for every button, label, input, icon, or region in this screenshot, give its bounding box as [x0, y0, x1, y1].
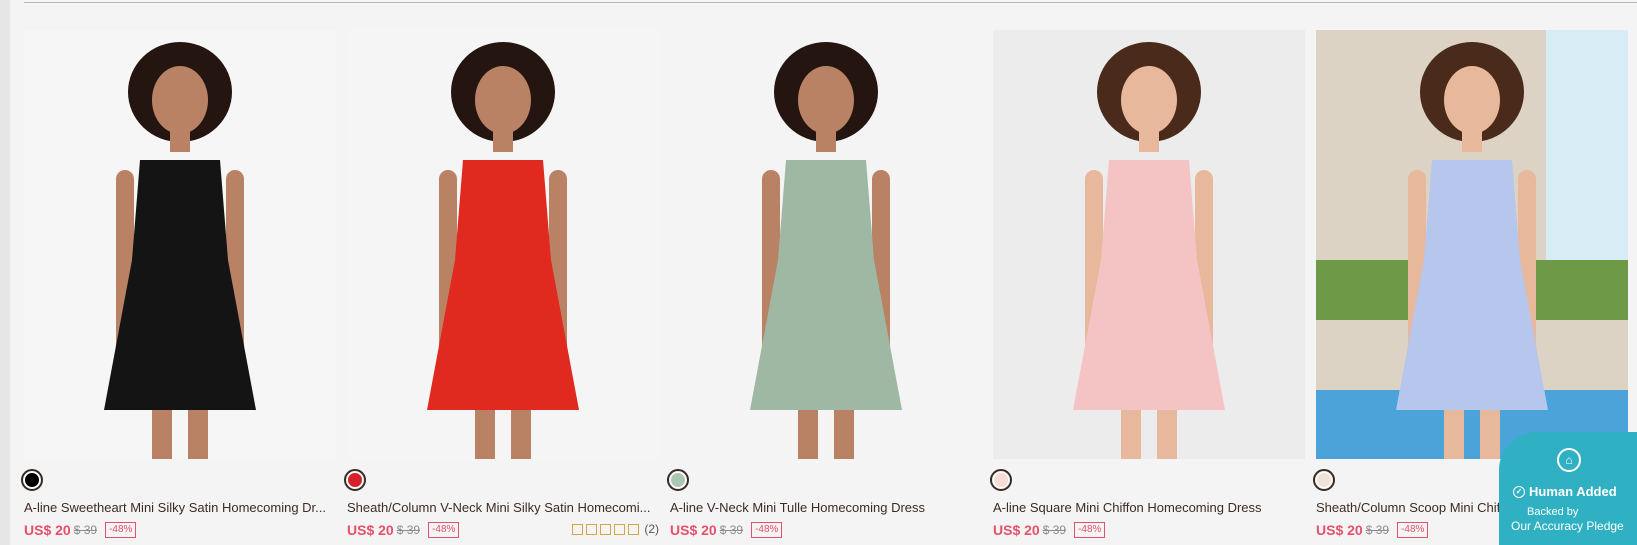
- star-icon: [572, 523, 584, 535]
- star-icon: [586, 523, 598, 535]
- face: [1121, 66, 1177, 134]
- color-swatch[interactable]: [344, 469, 366, 491]
- neck: [1462, 130, 1482, 152]
- product-photo: [24, 30, 336, 459]
- product-title[interactable]: A-line V-Neck Mini Tulle Homecoming Dres…: [670, 500, 982, 516]
- neck: [1139, 130, 1159, 152]
- original-price: $ 39: [73, 523, 98, 537]
- product-title[interactable]: A-line Sweetheart Mini Silky Satin Homec…: [24, 500, 336, 516]
- original-price: $ 39: [719, 523, 744, 537]
- product-photo: [993, 30, 1305, 459]
- product-card[interactable]: A-line V-Neck Mini Tulle Homecoming Dres…: [667, 30, 982, 540]
- original-price: $ 39: [1042, 523, 1067, 537]
- color-swatches: [990, 459, 1305, 497]
- sale-price: US$ 20: [347, 522, 394, 538]
- product-card[interactable]: A-line Sweetheart Mini Silky Satin Homec…: [21, 30, 336, 540]
- discount-badge: -48%: [1397, 522, 1429, 538]
- badge-pledge: Our Accuracy Pledge: [1511, 519, 1624, 533]
- discount-badge: -48%: [1074, 522, 1106, 538]
- discount-badge: -48%: [751, 522, 783, 538]
- color-swatch[interactable]: [1313, 469, 1335, 491]
- star-icon: [600, 523, 612, 535]
- face: [152, 66, 208, 134]
- star-icon: [614, 523, 626, 535]
- face: [1444, 66, 1500, 134]
- neck: [816, 130, 836, 152]
- product-card[interactable]: Sheath/Column V-Neck Mini Silky Satin Ho…: [344, 30, 659, 540]
- badge-subtitle: Backed by: [1527, 506, 1579, 518]
- product-photo: [1316, 30, 1628, 459]
- color-swatches: [667, 459, 982, 497]
- product-image[interactable]: [670, 30, 982, 459]
- face: [475, 66, 531, 134]
- sale-price: US$ 20: [1316, 522, 1363, 538]
- product-photo: [347, 30, 659, 459]
- neck: [170, 130, 190, 152]
- color-swatch[interactable]: [21, 469, 43, 491]
- review-count: (2): [644, 522, 659, 536]
- graduation-cap-icon: ⌂: [1557, 448, 1581, 472]
- page-left-edge: [0, 0, 10, 545]
- product-image[interactable]: [1316, 30, 1628, 459]
- badge-title-text: Human Added: [1529, 484, 1617, 499]
- original-price: $ 39: [396, 523, 421, 537]
- price-row: US$ 20 $ 39 -48%: [993, 520, 1305, 540]
- rating[interactable]: (2): [572, 522, 659, 536]
- price-row: US$ 20 $ 39 -48%: [24, 520, 336, 540]
- product-grid: A-line Sweetheart Mini Silky Satin Homec…: [21, 30, 1628, 540]
- product-image[interactable]: [24, 30, 336, 459]
- sale-price: US$ 20: [993, 522, 1040, 538]
- divider: [24, 2, 1637, 3]
- product-title[interactable]: A-line Square Mini Chiffon Homecoming Dr…: [993, 500, 1305, 516]
- product-title[interactable]: Sheath/Column V-Neck Mini Silky Satin Ho…: [347, 500, 659, 516]
- color-swatch[interactable]: [990, 469, 1012, 491]
- product-image[interactable]: [347, 30, 659, 459]
- sale-price: US$ 20: [24, 522, 71, 538]
- discount-badge: -48%: [428, 522, 460, 538]
- face: [798, 66, 854, 134]
- badge-title: ✓ Human Added: [1513, 484, 1617, 499]
- check-circle-icon: ✓: [1513, 485, 1525, 498]
- product-grid-page: A-line Sweetheart Mini Silky Satin Homec…: [0, 0, 1637, 545]
- star-icon: [628, 523, 640, 535]
- product-card[interactable]: A-line Square Mini Chiffon Homecoming Dr…: [990, 30, 1305, 540]
- color-swatch[interactable]: [667, 469, 689, 491]
- discount-badge: -48%: [105, 522, 137, 538]
- price-row: US$ 20 $ 39 -48% (2): [347, 520, 659, 540]
- product-image[interactable]: [993, 30, 1305, 459]
- original-price: $ 39: [1365, 523, 1390, 537]
- price-row: US$ 20 $ 39 -48%: [670, 520, 982, 540]
- product-photo: [670, 30, 982, 459]
- sale-price: US$ 20: [670, 522, 717, 538]
- color-swatches: [21, 459, 336, 497]
- sky: [1546, 30, 1628, 260]
- color-swatches: [344, 459, 659, 497]
- accuracy-pledge-badge[interactable]: ⌂ ✓ Human Added Backed by Our Accuracy P…: [1499, 432, 1637, 545]
- neck: [493, 130, 513, 152]
